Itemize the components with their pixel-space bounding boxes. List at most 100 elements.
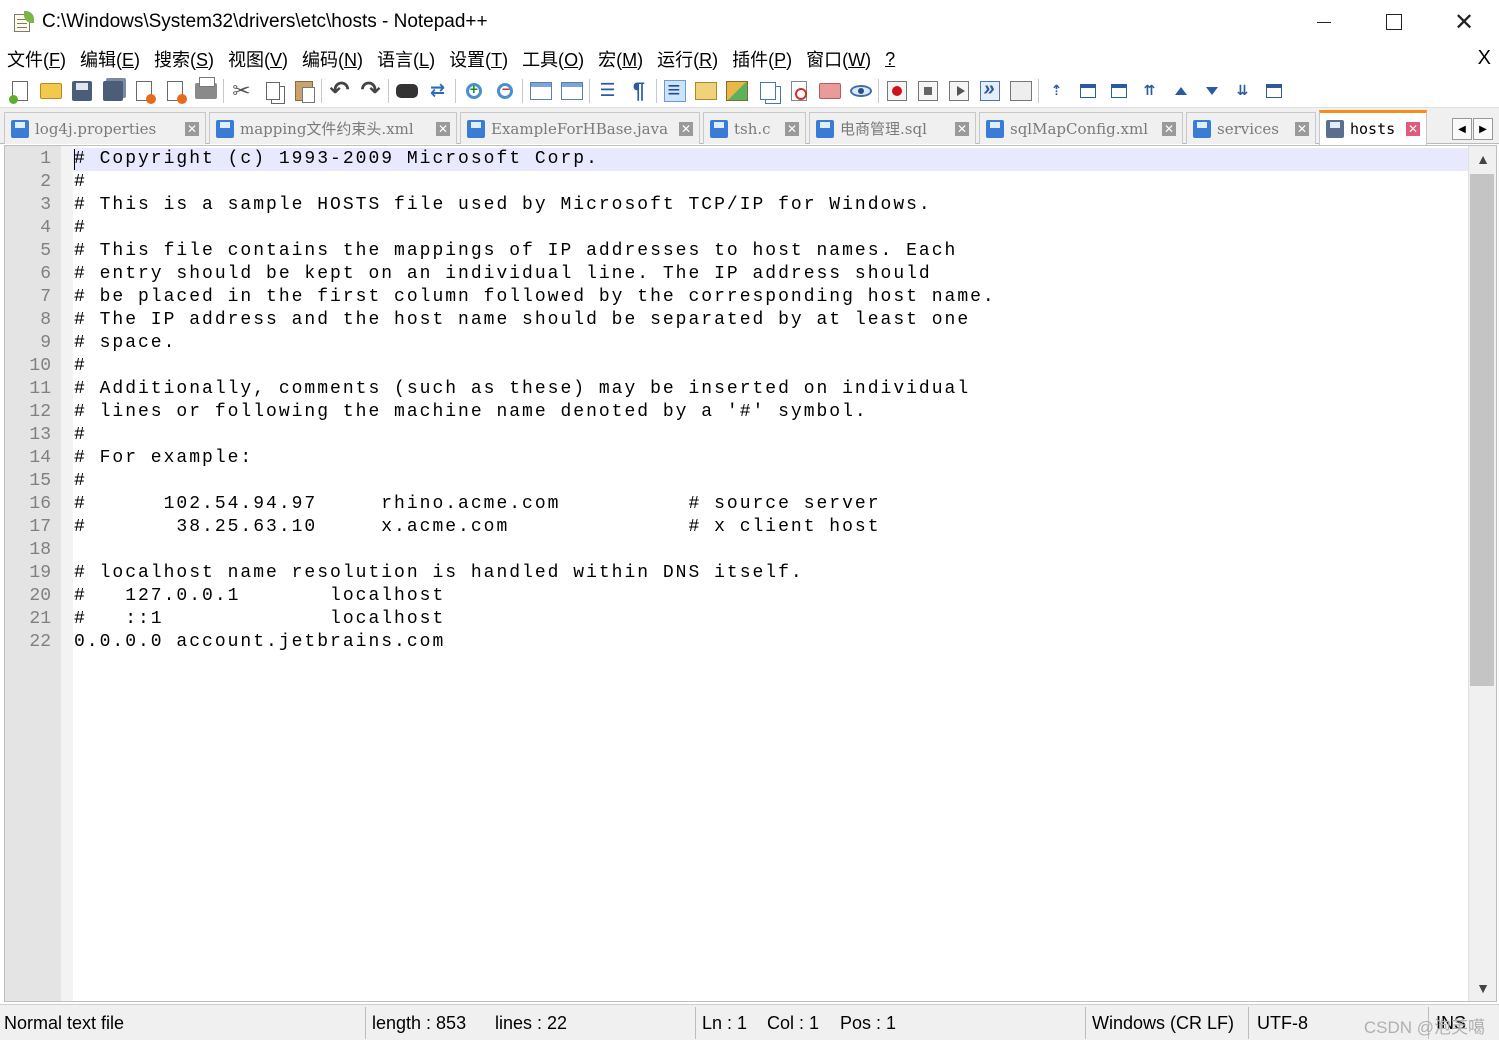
code-line[interactable]: # ::1 localhost bbox=[74, 608, 445, 631]
notepadpp-app-icon[interactable] bbox=[12, 11, 34, 33]
show-all-chars-button[interactable]: ¶ bbox=[623, 77, 654, 105]
paste-button[interactable] bbox=[288, 77, 319, 105]
plugin-d-button[interactable]: ⇈ bbox=[1134, 77, 1165, 105]
tab-close-icon[interactable]: ✕ bbox=[1295, 121, 1309, 136]
code-line[interactable]: # bbox=[74, 355, 87, 378]
tab-tsh-c[interactable]: tsh.c ✕ bbox=[703, 112, 806, 144]
menu-search[interactable]: 搜索(S) bbox=[147, 46, 221, 72]
code-line[interactable]: # This file contains the mappings of IP … bbox=[74, 240, 957, 263]
plugin-b-button[interactable] bbox=[1072, 77, 1103, 105]
tab-exampleforhbase-java[interactable]: ExampleForHBase.java ✕ bbox=[460, 112, 700, 144]
menu-run[interactable]: 运行(R) bbox=[650, 46, 725, 72]
scroll-up-button[interactable]: ▲ bbox=[1469, 146, 1497, 172]
save-all-button[interactable] bbox=[97, 77, 128, 105]
play-macro-button[interactable] bbox=[943, 77, 974, 105]
menu-settings[interactable]: 设置(T) bbox=[442, 46, 515, 72]
document-list-button[interactable] bbox=[752, 77, 783, 105]
fold-margin[interactable] bbox=[61, 146, 73, 1001]
tab-close-icon[interactable]: ✕ bbox=[785, 121, 799, 136]
code-line[interactable]: 0.0.0.0 account.jetbrains.com bbox=[74, 631, 445, 654]
tab-close-icon[interactable]: ✕ bbox=[185, 121, 199, 136]
run-macro-multiple-button[interactable] bbox=[974, 77, 1005, 105]
menu-view[interactable]: 视图(V) bbox=[221, 46, 295, 72]
tab-sqlmapconfig-xml[interactable]: sqlMapConfig.xml ✕ bbox=[979, 112, 1183, 144]
plugin-f-button[interactable] bbox=[1258, 77, 1289, 105]
stop-macro-button[interactable] bbox=[912, 77, 943, 105]
new-file-button[interactable] bbox=[4, 77, 35, 105]
code-line[interactable]: # bbox=[74, 470, 87, 493]
code-line[interactable]: # bbox=[74, 217, 87, 240]
status-encoding[interactable]: UTF-8 bbox=[1257, 1013, 1308, 1034]
code-line[interactable]: # entry should be kept on an individual … bbox=[74, 263, 932, 286]
save-button[interactable] bbox=[66, 77, 97, 105]
tab-close-icon[interactable]: ✕ bbox=[1406, 122, 1420, 136]
replace-button[interactable]: ⇄ bbox=[422, 77, 453, 105]
code-line[interactable]: # This is a sample HOSTS file used by Mi… bbox=[74, 194, 932, 217]
menu-edit[interactable]: 编辑(E) bbox=[73, 46, 147, 72]
tab-ecommerce-sql[interactable]: 电商管理.sql ✕ bbox=[809, 112, 976, 144]
vertical-scrollbar[interactable]: ▲ ▼ bbox=[1468, 146, 1496, 1001]
find-button[interactable] bbox=[391, 77, 422, 105]
plugin-e-button[interactable]: ⇊ bbox=[1227, 77, 1258, 105]
code-line[interactable]: # 127.0.0.1 localhost bbox=[74, 585, 445, 608]
close-file-button[interactable] bbox=[128, 77, 159, 105]
tab-scroll-left-button[interactable]: ◀ bbox=[1452, 118, 1472, 140]
menu-macro[interactable]: 宏(M) bbox=[591, 46, 650, 72]
scrollbar-thumb[interactable] bbox=[1470, 174, 1494, 686]
menu-encoding[interactable]: 编码(N) bbox=[295, 46, 370, 72]
tab-close-icon[interactable]: ✕ bbox=[955, 121, 969, 136]
code-line[interactable]: # bbox=[74, 424, 87, 447]
tab-close-icon[interactable]: ✕ bbox=[679, 121, 693, 136]
document-map-button[interactable] bbox=[721, 77, 752, 105]
code-line[interactable]: # lines or following the machine name de… bbox=[74, 401, 868, 424]
scroll-down-button[interactable]: ▼ bbox=[1469, 975, 1497, 1001]
maximize-button[interactable] bbox=[1359, 0, 1429, 44]
save-macro-button[interactable] bbox=[1005, 77, 1036, 105]
code-line[interactable]: # be placed in the first column followed… bbox=[74, 286, 996, 309]
monitor-button[interactable] bbox=[845, 77, 876, 105]
cut-button[interactable]: ✂ bbox=[226, 77, 257, 105]
undo-button[interactable]: ↶ bbox=[324, 77, 355, 105]
code-line[interactable]: # 102.54.94.97 rhino.acme.com # source s… bbox=[74, 493, 881, 516]
tab-mapping-xml[interactable]: mapping文件约束头.xml ✕ bbox=[209, 112, 457, 144]
plugin-a-button[interactable]: ⇡ bbox=[1041, 77, 1072, 105]
menu-language[interactable]: 语言(L) bbox=[370, 46, 442, 72]
function-list-button[interactable] bbox=[783, 77, 814, 105]
redo-button[interactable]: ↷ bbox=[355, 77, 386, 105]
tab-close-icon[interactable]: ✕ bbox=[1162, 121, 1176, 136]
menu-tools[interactable]: 工具(O) bbox=[515, 46, 591, 72]
code-line[interactable]: # The IP address and the host name shoul… bbox=[74, 309, 970, 332]
copy-button[interactable] bbox=[257, 77, 288, 105]
status-eol-format[interactable]: Windows (CR LF) bbox=[1092, 1013, 1234, 1034]
zoom-in-button[interactable] bbox=[458, 77, 489, 105]
close-all-button[interactable] bbox=[159, 77, 190, 105]
tab-log4j-properties[interactable]: log4j.properties ✕ bbox=[4, 112, 206, 144]
tab-hosts[interactable]: hosts ✕ bbox=[1319, 110, 1427, 145]
print-button[interactable] bbox=[190, 76, 221, 105]
code-line[interactable]: # 38.25.63.10 x.acme.com # x client host bbox=[74, 516, 881, 539]
minimize-button[interactable] bbox=[1289, 0, 1359, 44]
plugin-up-button[interactable] bbox=[1165, 77, 1196, 105]
open-file-button[interactable] bbox=[35, 77, 66, 105]
close-document-button[interactable]: X bbox=[1478, 47, 1491, 70]
menu-help[interactable]: ? bbox=[878, 49, 902, 70]
code-line[interactable]: # localhost name resolution is handled w… bbox=[74, 562, 804, 585]
tab-scroll-right-button[interactable]: ▶ bbox=[1473, 118, 1493, 140]
code-line[interactable]: # For example: bbox=[74, 447, 253, 470]
code-line[interactable]: # bbox=[74, 171, 87, 194]
menu-file[interactable]: 文件(F) bbox=[0, 46, 73, 72]
code-line[interactable]: # space. bbox=[74, 332, 176, 355]
menu-window[interactable]: 窗口(W) bbox=[799, 46, 878, 72]
plugin-c-button[interactable] bbox=[1103, 77, 1134, 105]
tab-services[interactable]: services ✕ bbox=[1186, 112, 1316, 144]
record-macro-button[interactable] bbox=[881, 77, 912, 105]
code-line[interactable]: # Copyright (c) 1993-2009 Microsoft Corp… bbox=[74, 148, 599, 171]
fold-button[interactable] bbox=[690, 77, 721, 105]
sync-horizontal-button[interactable] bbox=[556, 77, 587, 105]
close-window-button[interactable]: ✕ bbox=[1429, 0, 1499, 44]
code-line[interactable]: # Additionally, comments (such as these)… bbox=[74, 378, 970, 401]
folder-workspace-button[interactable] bbox=[814, 77, 845, 105]
plugin-down-button[interactable] bbox=[1196, 77, 1227, 105]
indent-guide-button[interactable] bbox=[659, 77, 690, 105]
zoom-out-button[interactable] bbox=[489, 77, 520, 105]
